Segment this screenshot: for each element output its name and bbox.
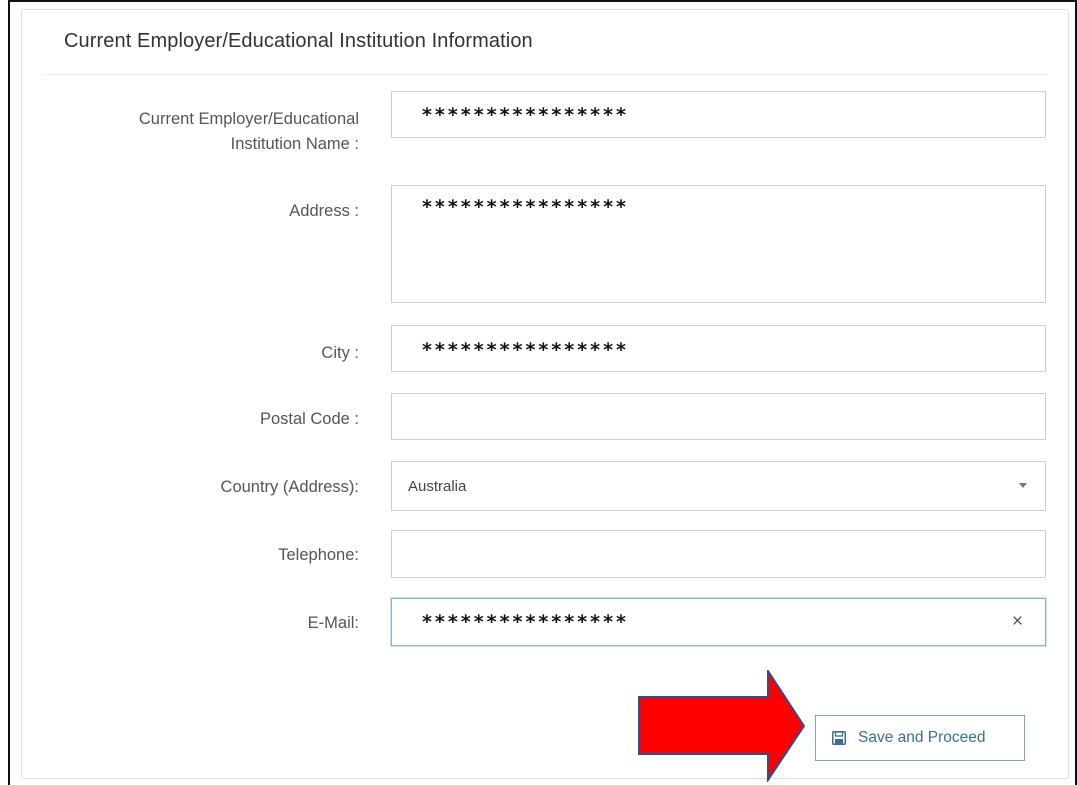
caret-down-icon[interactable] <box>1019 483 1027 488</box>
employer-name-value: **************** <box>422 104 629 126</box>
email-value: **************** <box>422 611 629 633</box>
save-and-proceed-button[interactable]: Save and Proceed <box>815 715 1025 761</box>
country-label: Country (Address): <box>220 478 359 496</box>
country-select[interactable]: Australia <box>391 461 1046 511</box>
city-value: **************** <box>422 339 629 361</box>
address-textarea[interactable]: **************** <box>391 185 1046 303</box>
panel-title: Current Employer/Educational Institution… <box>64 30 533 52</box>
email-input[interactable]: **************** × <box>391 598 1046 646</box>
arrow-shape <box>638 670 806 782</box>
employer-name-label-line1: Current Employer/Educational <box>138 110 359 128</box>
red-arrow-annotation <box>638 670 806 782</box>
employer-name-label-line2: Institution Name : <box>230 135 359 153</box>
address-value: **************** <box>422 196 629 218</box>
save-button-label: Save and Proceed <box>858 729 986 746</box>
city-input[interactable]: **************** <box>391 325 1046 372</box>
floppy-disk-icon <box>832 731 846 745</box>
close-icon[interactable]: × <box>1012 611 1023 633</box>
title-divider <box>43 74 1048 75</box>
country-selected-value: Australia <box>408 478 467 495</box>
employer-name-label: Current Employer/Educational Institution… <box>139 107 359 157</box>
address-label: Address : <box>289 202 359 220</box>
email-label: E-Mail: <box>307 614 359 632</box>
city-label: City : <box>321 344 359 362</box>
employer-name-input[interactable]: **************** <box>391 91 1046 138</box>
telephone-label: Telephone: <box>278 546 359 564</box>
postal-code-input[interactable] <box>391 393 1046 440</box>
postal-code-label: Postal Code : <box>259 410 359 428</box>
telephone-input[interactable] <box>391 530 1046 578</box>
